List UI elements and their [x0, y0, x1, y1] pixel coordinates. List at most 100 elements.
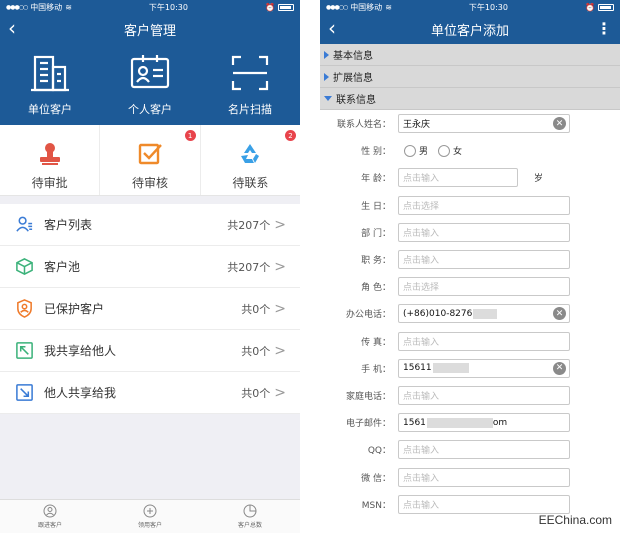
list-item-count: 共0个 [241, 302, 271, 316]
list-item-protected-customers[interactable]: 已保护客户 共0个 > [0, 288, 300, 330]
task-pending-review[interactable]: 1 待审核 [99, 125, 199, 195]
chevron-right-icon: > [274, 216, 286, 233]
status-bar: ●●●○○ 中国移动 ≋ 下午10:30 ⏰ [0, 0, 300, 14]
list-item-shared-to-me[interactable]: 他人共享给我 共0个 > [0, 372, 300, 414]
form-row-wechat: 微 信： 点击输入 [320, 463, 620, 490]
badge-count: 2 [284, 130, 296, 141]
nav-bar: ‹ 单位客户添加 ⋮ [320, 14, 620, 44]
menu-personal-customer[interactable]: 个人客户 [100, 44, 200, 125]
chevron-right-icon: > [274, 342, 286, 359]
task-pending-contact[interactable]: 2 待联系 [199, 125, 300, 195]
field-label: 微 信： [361, 473, 391, 484]
menu-card-scan[interactable]: 名片扫描 [200, 44, 300, 125]
clear-icon[interactable]: ✕ [553, 361, 566, 375]
field-label: 年 龄： [361, 174, 391, 185]
tab-follow-customers[interactable]: 跟进客户 [0, 500, 100, 533]
field-label: 职 务： [361, 256, 391, 267]
list-item-shared-by-me[interactable]: 我共享给他人 共0个 > [0, 330, 300, 372]
mobile-input[interactable]: 15611 ✕ [398, 358, 570, 378]
building-icon [31, 55, 69, 92]
field-label: 联系人姓名： [336, 120, 391, 131]
list-item-label: 已保护客户 [44, 302, 105, 316]
field-label: MSN： [361, 500, 391, 511]
share-in-icon [15, 384, 33, 401]
customer-list-menu: 客户列表 共207个 > 客户池 共207个 > 已保护客户 共0个 > 我共享… [0, 204, 300, 414]
list-item-label: 客户池 [44, 260, 81, 274]
wifi-icon: ≋ [65, 2, 72, 12]
page-title: 单位客户添加 [430, 23, 509, 39]
shield-user-icon [16, 299, 32, 318]
field-value: 15611 [403, 363, 432, 374]
page-title: 客户管理 [123, 23, 176, 39]
top-menu: 单位客户 个人客户 名片扫描 [0, 44, 300, 125]
field-label: 传 真： [361, 337, 391, 348]
section-title: 联系信息 [336, 95, 376, 106]
msn-input[interactable]: 点击输入 [398, 494, 570, 514]
carrier: 中国移动 [30, 2, 63, 12]
birthday-picker[interactable]: 点击选择 [398, 195, 570, 215]
chevron-right-icon: > [274, 384, 286, 401]
follow-icon [43, 504, 57, 518]
list-item-label: 他人共享给我 [44, 386, 117, 400]
checkbox-icon [138, 143, 162, 165]
age-input[interactable]: 点击输入 [398, 168, 518, 188]
department-input[interactable]: 点击输入 [398, 222, 570, 242]
stamp-icon [39, 143, 60, 165]
task-pending-approval[interactable]: 待审批 [0, 125, 99, 195]
id-card-icon [130, 55, 170, 89]
wechat-input[interactable]: 点击输入 [398, 467, 570, 487]
gender-female-radio[interactable] [438, 144, 451, 157]
field-label: 角 色： [361, 283, 391, 294]
field-label: 部 门： [361, 228, 391, 239]
field-label: 手 机： [361, 364, 391, 375]
back-icon[interactable]: ‹ [8, 17, 16, 39]
list-item-customer-pool[interactable]: 客户池 共207个 > [0, 246, 300, 288]
list-item-customer-list[interactable]: 客户列表 共207个 > [0, 204, 300, 246]
tab-customer-total[interactable]: 客户总数 [200, 500, 300, 533]
list-item-count: 共0个 [241, 344, 271, 358]
radio-label: 女 [453, 147, 463, 158]
list-item-count: 共207个 [227, 260, 271, 274]
cube-icon [15, 258, 33, 275]
section-contact-info[interactable]: 联系信息 [320, 88, 620, 110]
task-label: 待审批 [31, 176, 68, 190]
customer-management-screen: ●●●○○中国移动≋ 下午10:30 ⏰ ‹ 客户管理 单位客户 个人客户 [0, 0, 300, 533]
battery-icon [597, 3, 614, 11]
field-value: 1561 [403, 417, 426, 428]
watermark: EEChina.com [538, 513, 612, 527]
redacted-text [473, 308, 498, 319]
role-picker[interactable]: 点击选择 [398, 277, 570, 297]
total-icon [243, 504, 257, 518]
form-row-age: 年 龄： 点击输入 岁 [320, 164, 620, 191]
back-icon[interactable]: ‹ [328, 17, 336, 39]
section-basic-info[interactable]: 基本信息 [320, 44, 620, 66]
caret-right-icon [324, 72, 329, 81]
more-vertical-icon[interactable]: ⋮ [596, 19, 612, 38]
list-item-label: 我共享给他人 [44, 344, 117, 358]
form-row-birthday: 生 日： 点击选择 [320, 192, 620, 219]
chevron-right-icon: > [274, 300, 286, 317]
list-item-count: 共207个 [227, 218, 271, 232]
chevron-right-icon: > [274, 258, 286, 275]
field-label: 家庭电话： [345, 391, 391, 402]
tab-label: 领用客户 [137, 522, 162, 529]
form-row-role: 角 色： 点击选择 [320, 273, 620, 300]
email-input[interactable]: 1561 om [398, 413, 570, 433]
signal-icon: ●●●○○ [326, 3, 348, 11]
menu-company-customer[interactable]: 单位客户 [0, 44, 100, 125]
fax-input[interactable]: 点击输入 [398, 331, 570, 351]
clear-icon[interactable]: ✕ [553, 307, 566, 321]
contact-name-input[interactable]: 王永庆 ✕ [398, 114, 570, 134]
form-row-position: 职 务： 点击输入 [320, 246, 620, 273]
office-phone-input[interactable]: (+86)010-8276 ✕ [398, 304, 570, 324]
home-phone-input[interactable]: 点击输入 [398, 385, 570, 405]
qq-input[interactable]: 点击输入 [398, 440, 570, 460]
tab-claim-customers[interactable]: 领用客户 [100, 500, 200, 533]
tab-label: 客户总数 [237, 522, 262, 529]
gender-male-radio[interactable] [404, 144, 416, 157]
field-label: 电子邮件： [345, 419, 391, 430]
position-input[interactable]: 点击输入 [398, 250, 570, 270]
caret-down-icon [324, 96, 332, 101]
clear-icon[interactable]: ✕ [553, 117, 566, 131]
section-extended-info[interactable]: 扩展信息 [320, 66, 620, 88]
